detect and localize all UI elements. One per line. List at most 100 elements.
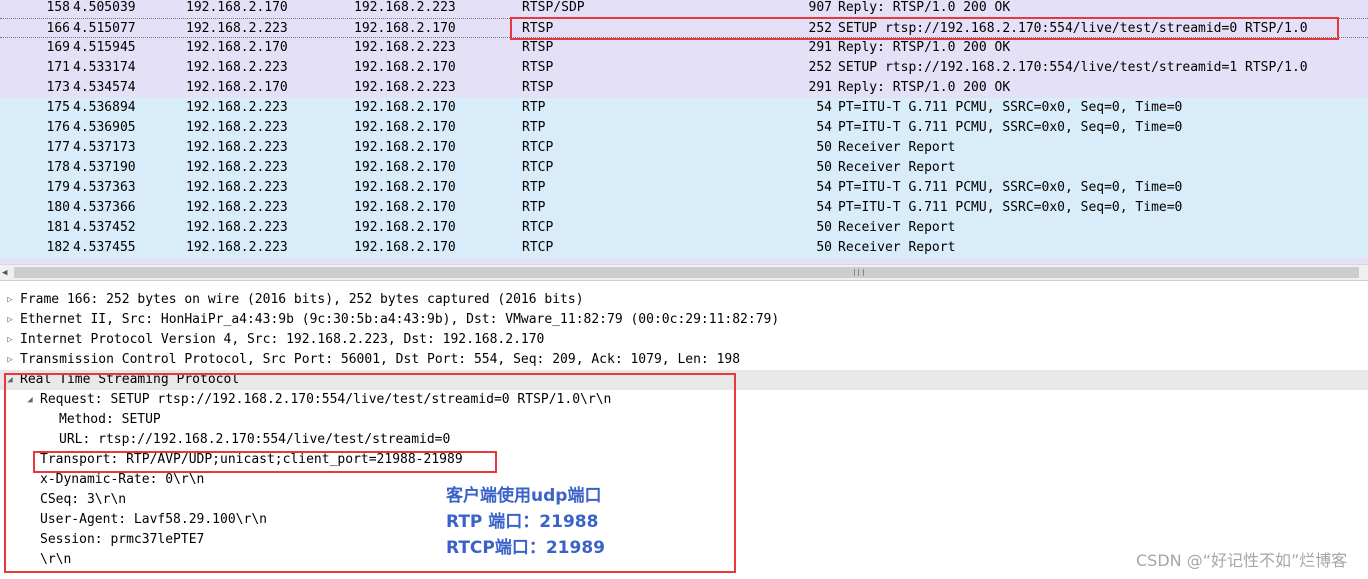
packet-time: 4.537363: [73, 180, 136, 195]
packet-list-horizontal-scrollbar[interactable]: ◀: [0, 264, 1368, 281]
detail-text: Transmission Control Protocol, Src Port:…: [20, 352, 741, 367]
detail-row[interactable]: ▷ Frame 166: 252 bytes on wire (2016 bits…: [0, 290, 1368, 310]
packet-time: 4.537452: [73, 220, 136, 235]
highlight-setup-packet-box: [510, 17, 1339, 40]
packet-row[interactable]: 178 4.537190 192.168.2.223 192.168.2.170 RTC…: [0, 158, 1368, 178]
packet-row[interactable]: 181 4.537452 192.168.2.223 192.168.2.170 RTC…: [0, 218, 1368, 238]
packet-row[interactable]: 179 4.537363 192.168.2.223 192.168.2.170 RTP…: [0, 178, 1368, 198]
packet-length: 54: [816, 200, 832, 215]
triangle-right-icon[interactable]: ▷: [4, 290, 16, 310]
packet-source: 192.168.2.223: [186, 21, 288, 36]
packet-time: 4.505039: [73, 0, 136, 15]
packet-time: 4.536905: [73, 120, 136, 135]
packet-info: Receiver Report: [838, 140, 956, 155]
packet-time: 4.537455: [73, 240, 136, 255]
scroll-left-arrow-icon[interactable]: ◀: [2, 266, 7, 280]
packet-row[interactable]: 177 4.537173 192.168.2.223 192.168.2.170 RTC…: [0, 138, 1368, 158]
packet-length: 54: [816, 120, 832, 135]
packet-destination: 192.168.2.223: [354, 40, 456, 55]
packet-source: 192.168.2.223: [186, 220, 288, 235]
packet-number: 175: [46, 100, 70, 115]
packet-time: 4.533174: [73, 60, 136, 75]
detail-row[interactable]: ▷ Transmission Control Protocol, Src Port…: [0, 350, 1368, 370]
watermark: CSDN @“好记性不如”烂博客: [1136, 551, 1348, 570]
packet-info: Receiver Report: [838, 240, 956, 255]
packet-time: 4.537173: [73, 140, 136, 155]
packet-info: Receiver Report: [838, 160, 956, 175]
packet-length: 291: [808, 80, 832, 95]
packet-destination: 192.168.2.170: [354, 140, 456, 155]
triangle-right-icon[interactable]: ▷: [4, 310, 16, 330]
packet-destination: 192.168.2.170: [354, 60, 456, 75]
packet-number: 179: [46, 180, 70, 195]
detail-row[interactable]: ▷ Ethernet II, Src: HonHaiPr_a4:43:9b (9c…: [0, 310, 1368, 330]
packet-number: 180: [46, 200, 70, 215]
packet-row[interactable]: 180 4.537366 192.168.2.223 192.168.2.170 RTP…: [0, 198, 1368, 218]
packet-source: 192.168.2.223: [186, 240, 288, 255]
packet-source: 192.168.2.223: [186, 160, 288, 175]
packet-row[interactable]: 173 4.534574 192.168.2.170 192.168.2.223 RTS…: [0, 78, 1368, 98]
packet-length: 252: [808, 60, 832, 75]
packet-info: Receiver Report: [838, 220, 956, 235]
packet-row[interactable]: 169 4.515945 192.168.2.170 192.168.2.223 RTS…: [0, 38, 1368, 58]
packet-destination: 192.168.2.223: [354, 0, 456, 15]
packet-protocol: RTSP: [522, 40, 554, 55]
packet-source: 192.168.2.223: [186, 200, 288, 215]
packet-number: 181: [46, 220, 70, 235]
packet-source: 192.168.2.223: [186, 60, 288, 75]
packet-length: 50: [816, 140, 832, 155]
packet-info: PT=ITU-T G.711 PCMU, SSRC=0x0, Seq=0, Ti…: [838, 200, 1183, 215]
packet-destination: 192.168.2.170: [354, 160, 456, 175]
packet-destination: 192.168.2.170: [354, 200, 456, 215]
annotation-line-rtp-port: RTP 端口：21988: [446, 512, 599, 532]
annotation-note: 客户端使用udp端口 RTP 端口：21988 RTCP端口：21989: [446, 483, 605, 561]
packet-info: SETUP rtsp://192.168.2.170:554/live/test…: [838, 60, 1308, 75]
packet-info: PT=ITU-T G.711 PCMU, SSRC=0x0, Seq=0, Ti…: [838, 100, 1183, 115]
packet-protocol: RTCP: [522, 220, 554, 235]
triangle-right-icon[interactable]: ▷: [4, 330, 16, 350]
packet-number: 178: [46, 160, 70, 175]
packet-time: 4.536894: [73, 100, 136, 115]
detail-text: Internet Protocol Version 4, Src: 192.16…: [20, 332, 545, 347]
packet-protocol: RTP: [522, 100, 546, 115]
packet-length: 907: [808, 0, 832, 15]
annotation-line-rtcp-port: RTCP端口：21989: [446, 538, 606, 558]
packet-protocol: RTCP: [522, 160, 554, 175]
packet-row[interactable]: 176 4.536905 192.168.2.223 192.168.2.170 RTP…: [0, 118, 1368, 138]
packet-row[interactable]: 182 4.537455 192.168.2.223 192.168.2.170 RTC…: [0, 238, 1368, 258]
packet-source: 192.168.2.223: [186, 180, 288, 195]
packet-row[interactable]: 171 4.533174 192.168.2.223 192.168.2.170 RTS…: [0, 58, 1368, 78]
packet-number: 166: [46, 21, 70, 36]
annotation-line-udp: 客户端使用udp端口: [446, 486, 602, 506]
packet-info: Reply: RTSP/1.0 200 OK: [838, 0, 1011, 15]
packet-info: Reply: RTSP/1.0 200 OK: [838, 80, 1011, 95]
highlight-rtsp-section-box: [4, 373, 736, 573]
detail-row[interactable]: ▷ Internet Protocol Version 4, Src: 192.1…: [0, 330, 1368, 350]
packet-destination: 192.168.2.170: [354, 120, 456, 135]
packet-row[interactable]: 175 4.536894 192.168.2.223 192.168.2.170 RTP…: [0, 98, 1368, 118]
packet-destination: 192.168.2.223: [354, 80, 456, 95]
packet-source: 192.168.2.223: [186, 100, 288, 115]
packet-protocol: RTSP: [522, 60, 554, 75]
packet-number: 158: [46, 0, 70, 15]
packet-length: 50: [816, 240, 832, 255]
packet-info: Reply: RTSP/1.0 200 OK: [838, 40, 1011, 55]
packet-protocol: RTCP: [522, 240, 554, 255]
packet-protocol: RTSP: [522, 80, 554, 95]
triangle-right-icon[interactable]: ▷: [4, 350, 16, 370]
packet-protocol: RTSP/SDP: [522, 0, 585, 15]
detail-text: Frame 166: 252 bytes on wire (2016 bits)…: [20, 292, 584, 307]
scrollbar-thumb[interactable]: [14, 267, 1359, 278]
packet-destination: 192.168.2.170: [354, 100, 456, 115]
packet-destination: 192.168.2.170: [354, 180, 456, 195]
packet-source: 192.168.2.170: [186, 80, 288, 95]
packet-protocol: RTP: [522, 180, 546, 195]
packet-row[interactable]: 158 4.505039 192.168.2.170 192.168.2.223 RTS…: [0, 0, 1368, 18]
packet-info: PT=ITU-T G.711 PCMU, SSRC=0x0, Seq=0, Ti…: [838, 120, 1183, 135]
packet-number: 176: [46, 120, 70, 135]
packet-number: 171: [46, 60, 70, 75]
packet-source: 192.168.2.170: [186, 0, 288, 15]
packet-length: 54: [816, 180, 832, 195]
packet-time: 4.534574: [73, 80, 136, 95]
packet-length: 291: [808, 40, 832, 55]
